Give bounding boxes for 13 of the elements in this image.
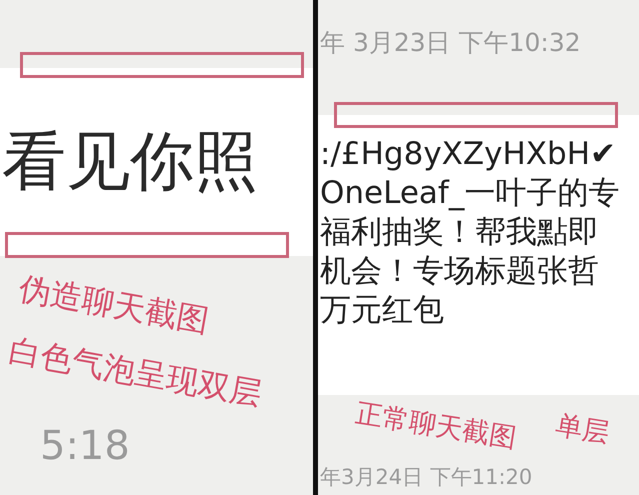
annotation-text: 伪造聊天截图: [16, 272, 212, 337]
message-line: OneLeaf_一叶子的专: [320, 175, 620, 211]
annotation-text: 正常聊天截图: [354, 400, 518, 452]
message-line: 福利抽奖！帮我點即: [320, 214, 599, 250]
timestamp: 5:18: [40, 426, 130, 466]
message-text: 看见你照: [1, 130, 258, 194]
message-line: 机会！专场标题张哲: [320, 253, 599, 289]
annotation-text: 单层: [554, 412, 612, 448]
timestamp: 年 3月23日 下午10:32: [319, 26, 581, 59]
annotation-text: 白色气泡呈现双层: [6, 334, 264, 410]
message-line: :/£Hg8yXZyHXbH✔: [320, 136, 616, 172]
timestamp: 年3月24日 下午11:20: [320, 467, 532, 488]
message-line: 万元红包: [320, 292, 444, 328]
